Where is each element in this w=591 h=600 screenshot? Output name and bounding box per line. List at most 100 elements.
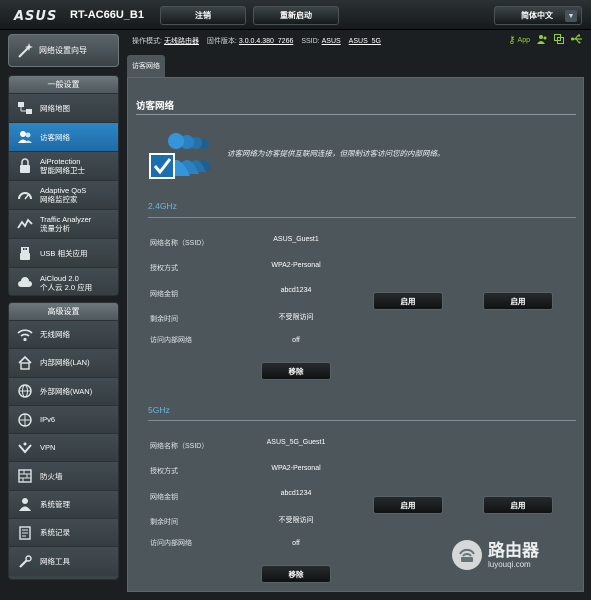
- key-value-24: abcd1234: [280, 287, 312, 294]
- usb-status-icon[interactable]: [571, 34, 583, 47]
- remove-button-24[interactable]: 移除: [261, 362, 331, 380]
- watermark-url: luyouqi.com: [488, 559, 531, 569]
- sidebar-item-aicloud[interactable]: AiCloud 2.0 个人云 2.0 应用: [9, 268, 118, 295]
- copy-icon[interactable]: [554, 34, 564, 47]
- sidebar-item-label: AiProtection: [40, 157, 81, 166]
- sidebar-item-wan[interactable]: 外部网络(WAN): [9, 377, 118, 406]
- operation-mode-link[interactable]: 无线路由器: [164, 38, 199, 45]
- chevron-down-icon: ▼: [565, 10, 577, 22]
- sidebar-item-label: Adaptive QoS: [40, 186, 87, 195]
- firmware-version-link[interactable]: 3.0.0.4.380_7266: [239, 38, 294, 45]
- sidebar-item-sublabel: 个人云 2.0 应用: [40, 282, 93, 292]
- lan-home-icon: [15, 353, 35, 373]
- language-value: 简体中文: [521, 11, 553, 20]
- advanced-settings-menu: 高级设置 无线网络 内部网络(LAN) 外部网络(WAN) IPv6 VPN 防…: [8, 302, 119, 580]
- sidebar-item-label: VPN: [40, 443, 56, 453]
- tab-guest-network[interactable]: 访客网络: [127, 55, 165, 77]
- sidebar-item-sublabel: 智能网络卫士: [40, 166, 85, 175]
- guest-network-icon: [15, 127, 35, 147]
- tools-icon: [15, 552, 35, 572]
- sidebar-item-network-map[interactable]: 网络地图: [9, 94, 118, 123]
- guest-users-icon: [148, 130, 218, 182]
- sidebar-item-label: 内部网络(LAN): [40, 358, 90, 368]
- sidebar-item-label: 防火墙: [40, 471, 63, 481]
- time-value-5: 不受限访问: [278, 517, 314, 524]
- reboot-button[interactable]: 重新启动: [253, 6, 339, 25]
- sidebar-item-label: 网络工具: [40, 557, 70, 567]
- model-name: RT-AC66U_B1: [70, 9, 144, 21]
- admin-user-icon: [15, 494, 35, 514]
- sidebar-item-vpn[interactable]: VPN: [9, 434, 118, 463]
- sidebar-item-label: 系统记录: [40, 528, 70, 538]
- ssid-value-24: ASUS_Guest1: [273, 236, 319, 243]
- sidebar-item-ipv6[interactable]: IPv6: [9, 405, 118, 435]
- sidebar-item-sublabel: 流量分析: [40, 224, 70, 233]
- key-value-5: abcd1234: [280, 490, 312, 497]
- advanced-settings-title: 高级设置: [9, 303, 118, 321]
- band-24ghz-divider: [148, 217, 576, 218]
- app-label[interactable]: App: [518, 37, 530, 44]
- sidebar-item-guest-network[interactable]: 访客网络: [9, 123, 118, 152]
- clients-icon[interactable]: [537, 34, 547, 47]
- magic-wand-icon: [15, 41, 35, 61]
- watermark: 路由器 luyouqi.com: [452, 540, 539, 570]
- watermark-text: 路由器: [488, 540, 539, 560]
- quick-setup-label: 网络设置向导: [39, 46, 87, 55]
- wireless-icon: [15, 325, 35, 345]
- watermark-router-icon: [452, 540, 482, 570]
- auth-value-24: WPA2-Personal: [271, 262, 321, 269]
- time-label-24: 剩余时间: [150, 316, 178, 323]
- sidebar-item-traffic-analyzer[interactable]: Traffic Analyzer 流量分析: [9, 210, 118, 239]
- sidebar-item-log[interactable]: 系统记录: [9, 519, 118, 548]
- guest-network-description: 访客网络为访客提供互联网连接，但限制访客访问您的内部网络。: [227, 149, 445, 158]
- enable-button-24-1[interactable]: 启用: [373, 292, 443, 310]
- intranet-value-5: off: [292, 540, 300, 547]
- enable-button-5-1[interactable]: 启用: [373, 496, 443, 514]
- quick-setup-button[interactable]: 网络设置向导: [8, 34, 119, 67]
- time-value-24: 不受限访问: [278, 314, 314, 321]
- ssid-link-24[interactable]: ASUS: [322, 38, 341, 45]
- sidebar-item-wireless[interactable]: 无线网络: [9, 321, 118, 350]
- app-key-icon[interactable]: ⚷: [508, 35, 515, 46]
- key-label-24: 网络金钥: [150, 291, 178, 298]
- network-map-icon: [15, 98, 35, 118]
- ssid-link-5[interactable]: ASUS_5G: [349, 38, 381, 45]
- intranet-value-24: off: [292, 337, 300, 344]
- status-icons: ⚷ App: [501, 34, 583, 47]
- band-24ghz-title: 2.4GHz: [148, 201, 177, 211]
- auth-label-5: 授权方式: [150, 468, 178, 475]
- top-bar: ASUS RT-AC66U_B1 注销 重新启动 简体中文 ▼: [0, 0, 591, 30]
- sidebar-item-firewall[interactable]: 防火墙: [9, 462, 118, 491]
- enable-button-5-2[interactable]: 启用: [483, 496, 553, 514]
- ssid-label-5: 网络名称（SSID）: [150, 443, 209, 450]
- sidebar-item-adaptive-qos[interactable]: Adaptive QoS 网络监控家: [9, 181, 118, 210]
- sidebar-item-label: USB 相关应用: [40, 248, 88, 258]
- sidebar-item-label: 外部网络(WAN): [40, 386, 93, 396]
- general-settings-title: 一般设置: [9, 76, 118, 94]
- remove-button-5[interactable]: 移除: [261, 565, 331, 583]
- wan-globe-icon: [15, 381, 35, 401]
- firmware-label: 固件版本:: [206, 38, 237, 45]
- band-5ghz-divider: [148, 420, 576, 421]
- sidebar-item-label: 无线网络: [40, 330, 70, 340]
- page-title: 访客网络: [136, 101, 175, 112]
- guest-network-panel: 访客网络 访客网络为访客提供互联网连接，但限制访客访问您的内部网络。 2.4GH…: [127, 77, 584, 592]
- sidebar-item-usb[interactable]: USB 相关应用: [9, 239, 118, 268]
- general-settings-menu: 一般设置 网络地图 访客网络 AiProtection 智能网络卫士 Adapt…: [8, 75, 119, 296]
- sidebar-item-label: 系统管理: [40, 499, 70, 509]
- band-5ghz-title: 5GHz: [148, 405, 170, 415]
- ssid-label-24: 网络名称（SSID）: [150, 240, 209, 247]
- traffic-analyzer-icon: [15, 214, 35, 234]
- sidebar-item-label: 访客网络: [40, 132, 70, 142]
- log-icon: [15, 523, 35, 543]
- firewall-icon: [15, 466, 35, 486]
- sidebar-item-aiprotection[interactable]: AiProtection 智能网络卫士: [9, 152, 118, 181]
- enable-button-24-2[interactable]: 启用: [483, 292, 553, 310]
- ssid-label: SSID:: [301, 38, 320, 45]
- language-select[interactable]: 简体中文 ▼: [494, 6, 582, 25]
- sidebar-item-admin[interactable]: 系统管理: [9, 490, 118, 520]
- sidebar-item-label: IPv6: [40, 415, 56, 425]
- logout-button[interactable]: 注销: [160, 6, 246, 25]
- sidebar-item-lan[interactable]: 内部网络(LAN): [9, 349, 118, 378]
- sidebar-item-tools[interactable]: 网络工具: [9, 547, 118, 576]
